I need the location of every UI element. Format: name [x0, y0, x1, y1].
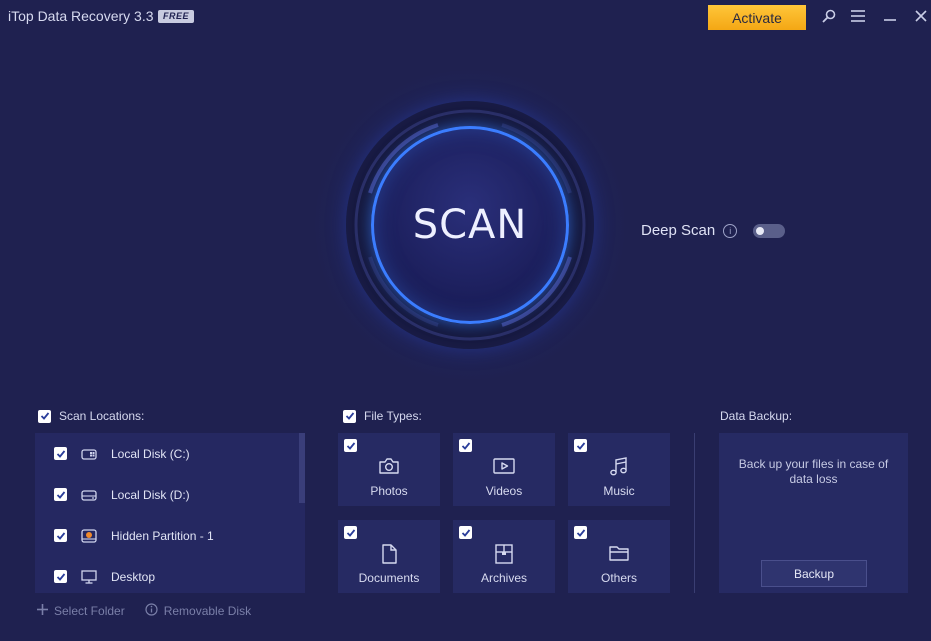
- backup-description: Back up your files in case of data loss: [738, 457, 889, 486]
- video-icon: [453, 456, 555, 476]
- deep-scan-option: Deep Scan i: [641, 222, 738, 239]
- location-label: Desktop: [111, 569, 156, 584]
- hidden-partition-icon: [81, 528, 97, 543]
- location-label: Hidden Partition - 1: [111, 528, 214, 543]
- info-icon[interactable]: i: [723, 223, 738, 238]
- document-icon: [338, 543, 440, 565]
- file-types-checkbox[interactable]: [343, 409, 356, 423]
- deep-scan-toggle[interactable]: [753, 224, 785, 238]
- file-type-label: Videos: [485, 484, 523, 498]
- location-checkbox[interactable]: [54, 447, 67, 460]
- file-type-documents[interactable]: Documents: [338, 520, 440, 593]
- archive-icon: [453, 543, 555, 565]
- scan-label: SCAN: [412, 202, 528, 248]
- free-badge: FREE: [158, 10, 195, 23]
- location-checkbox[interactable]: [54, 570, 67, 583]
- file-type-checkbox[interactable]: [459, 439, 472, 452]
- plus-icon: [37, 604, 48, 618]
- file-type-label: Archives: [480, 571, 527, 585]
- folder-icon: [568, 543, 670, 563]
- select-folder-button[interactable]: Select Folder: [37, 603, 125, 619]
- title-bar: iTop Data Recovery 3.3 FREE Activate: [0, 0, 931, 34]
- deep-scan-label: Deep Scan: [641, 222, 716, 239]
- file-type-checkbox[interactable]: [344, 439, 357, 452]
- data-backup-panel: Back up your files in case of data loss …: [719, 433, 908, 593]
- file-type-checkbox[interactable]: [459, 526, 472, 539]
- file-type-videos[interactable]: Videos: [453, 433, 555, 506]
- file-type-photos[interactable]: Photos: [338, 433, 440, 506]
- locations-scrollbar[interactable]: [299, 433, 305, 503]
- location-item-local-disk-c[interactable]: Local Disk (C:): [35, 433, 297, 474]
- file-types-label: File Types:: [364, 409, 422, 423]
- file-type-checkbox[interactable]: [344, 526, 357, 539]
- file-type-others[interactable]: Others: [568, 520, 670, 593]
- file-type-archives[interactable]: Archives: [453, 520, 555, 593]
- location-item-local-disk-d[interactable]: Local Disk (D:): [35, 474, 297, 515]
- location-actions: Select Folder Removable Disk: [37, 603, 251, 619]
- close-icon[interactable]: [911, 6, 931, 26]
- music-icon: [568, 456, 670, 478]
- scan-locations-list: Local Disk (C:) Local Disk (D:) Hidden P…: [35, 433, 305, 593]
- removable-disk-label: Removable Disk: [163, 604, 252, 618]
- section-divider: [694, 433, 695, 593]
- scan-button[interactable]: SCAN: [371, 126, 569, 324]
- location-checkbox[interactable]: [54, 529, 67, 542]
- info-circle-icon: [145, 603, 158, 619]
- drive-icon: [81, 488, 97, 502]
- windows-drive-icon: [81, 447, 97, 461]
- file-type-label: Photos: [370, 484, 408, 498]
- app-title: iTop Data Recovery 3.3: [8, 8, 154, 24]
- file-type-checkbox[interactable]: [574, 439, 587, 452]
- removable-disk-button[interactable]: Removable Disk: [145, 603, 251, 619]
- backup-button[interactable]: Backup: [761, 560, 867, 587]
- location-item-hidden-partition[interactable]: Hidden Partition - 1: [35, 515, 297, 556]
- activate-button[interactable]: Activate: [708, 5, 806, 30]
- file-type-checkbox[interactable]: [574, 526, 587, 539]
- select-folder-label: Select Folder: [54, 604, 125, 618]
- toggle-knob: [756, 227, 764, 235]
- location-label: Local Disk (D:): [111, 487, 190, 502]
- location-item-desktop[interactable]: Desktop: [35, 556, 297, 593]
- location-checkbox[interactable]: [54, 488, 67, 501]
- file-type-label: Documents: [358, 571, 420, 585]
- scan-locations-header: Scan Locations:: [38, 409, 144, 423]
- scan-locations-checkbox[interactable]: [38, 409, 51, 423]
- desktop-icon: [81, 569, 97, 584]
- file-types-header: File Types:: [343, 409, 422, 423]
- camera-icon: [338, 456, 440, 476]
- file-type-label: Others: [600, 571, 637, 585]
- location-label: Local Disk (C:): [111, 446, 190, 461]
- data-backup-header: Data Backup:: [720, 409, 793, 423]
- scan-locations-label: Scan Locations:: [59, 409, 145, 423]
- minimize-icon[interactable]: [880, 6, 900, 26]
- menu-icon[interactable]: [848, 6, 868, 26]
- search-icon[interactable]: [819, 6, 839, 26]
- file-type-music[interactable]: Music: [568, 433, 670, 506]
- file-type-label: Music: [603, 484, 635, 498]
